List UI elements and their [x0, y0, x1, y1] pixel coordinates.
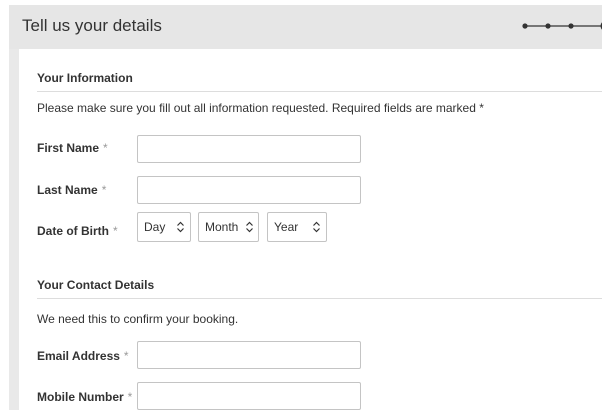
dob-day-select[interactable]: Day — [137, 212, 191, 242]
required-marker: * — [113, 224, 118, 238]
chevron-up-down-icon — [313, 221, 320, 233]
email-address-label: Email Address * — [37, 348, 129, 364]
date-of-birth-label-text: Date of Birth — [37, 224, 109, 238]
mobile-number-input[interactable] — [137, 382, 361, 410]
required-marker: * — [123, 349, 129, 363]
required-marker: * — [127, 390, 133, 404]
section-title-contact-details: Your Contact Details — [37, 278, 155, 292]
page-title: Tell us your details — [22, 16, 162, 35]
dob-day-value: Day — [144, 220, 166, 234]
progress-dots-icon — [522, 22, 602, 30]
first-name-input[interactable] — [137, 135, 361, 163]
contact-details-description: We need this to confirm your booking. — [37, 312, 239, 326]
first-name-label: First Name * — [37, 140, 108, 156]
dob-month-select[interactable]: Month — [198, 212, 259, 242]
details-panel: Tell us your details Your Information Pl… — [9, 5, 602, 410]
progress-step-2 — [545, 23, 551, 29]
last-name-label-text: Last Name — [37, 183, 98, 197]
chevron-up-down-icon — [177, 221, 184, 233]
progress-step-1 — [522, 23, 528, 29]
chevron-up-down-icon — [246, 221, 253, 233]
required-marker: * — [103, 141, 108, 155]
mobile-number-label: Mobile Number * — [37, 389, 132, 405]
panel-header: Tell us your details — [9, 5, 602, 49]
dob-month-value: Month — [205, 220, 239, 234]
dob-year-select[interactable]: Year — [267, 212, 327, 242]
required-marker: * — [101, 183, 107, 197]
your-information-description: Please make sure you fill out all inform… — [37, 101, 484, 115]
first-name-label-text: First Name — [37, 141, 100, 155]
section-title-your-information: Your Information — [37, 71, 133, 85]
section-divider — [37, 91, 602, 92]
dob-year-value: Year — [274, 220, 299, 234]
email-address-input[interactable] — [137, 341, 361, 369]
mobile-number-label-text: Mobile Number — [37, 390, 124, 404]
email-address-label-text: Email Address — [37, 349, 120, 363]
last-name-input[interactable] — [137, 176, 361, 204]
last-name-label: Last Name * — [37, 182, 106, 198]
date-of-birth-label: Date of Birth * — [37, 223, 118, 239]
section-divider — [37, 298, 602, 299]
form-card: Your Information Please make sure you fi… — [19, 49, 602, 410]
progress-step-3 — [568, 23, 574, 29]
